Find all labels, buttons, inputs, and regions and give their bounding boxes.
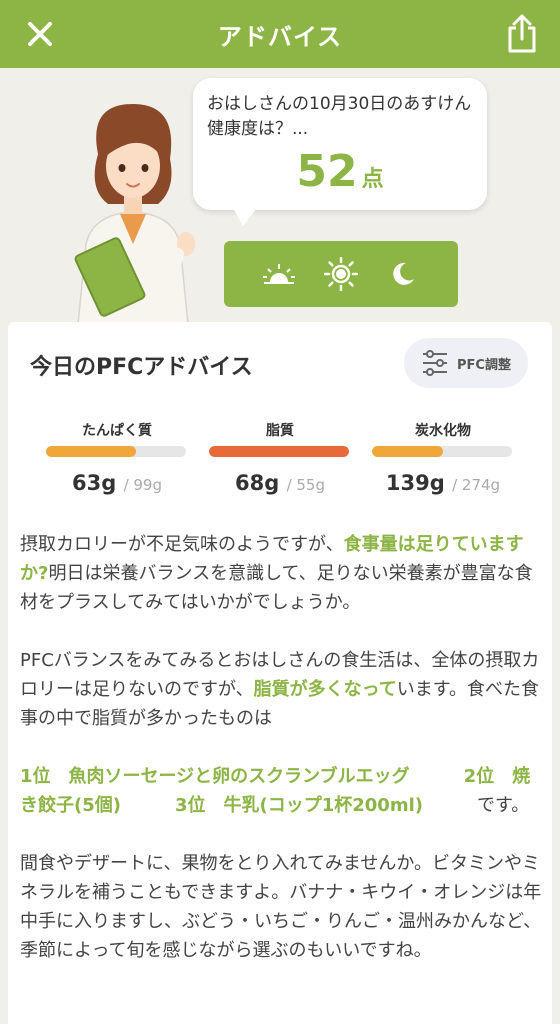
advisor-illustration	[74, 104, 195, 324]
ranking-item-1: 1位 魚肉ソーセージと卵のスクランブルエッグ	[20, 766, 410, 787]
nutrient-bar-fill	[209, 446, 349, 457]
nutrient-target: / 55g	[286, 476, 325, 494]
sunrise-icon	[263, 264, 295, 284]
text-segment: 摂取カロリーが不足気味のようですが、	[20, 534, 344, 555]
speech-bubble: おはしさんの10月30日のあすけん健康度は？... 52 点	[193, 78, 487, 226]
pfc-advice-card: 今日のPFCアドバイス PFC調整 たんぱく質 63g / 99g 脂質 68g…	[8, 322, 552, 1024]
ranking-item-3: 3位 牛乳(コップ1杯200ml)	[174, 795, 423, 816]
nutrient-carbohydrate: 炭水化物 139g / 274g	[372, 420, 514, 495]
nutrient-value: 68g	[234, 471, 280, 495]
time-of-day-selector	[224, 241, 458, 307]
nutrient-label: たんぱく質	[82, 423, 152, 439]
nutrient-summary: たんぱく質 63g / 99g 脂質 68g / 55g 炭水化物 139g /…	[8, 420, 552, 500]
close-icon	[28, 22, 52, 46]
sliders-icon	[423, 350, 448, 376]
close-button[interactable]	[22, 16, 58, 52]
nutrient-protein: たんぱく質 63g / 99g	[46, 420, 188, 495]
score-value: 52	[296, 146, 358, 197]
bubble-tail	[233, 208, 257, 226]
nutrient-value: 63g	[71, 471, 117, 495]
nutrient-target: / 274g	[452, 476, 501, 494]
health-question: おはしさんの10月30日のあすけん健康度は？...	[207, 94, 472, 139]
fat-ranking: 1位 魚肉ソーセージと卵のスクランブルエッグ 2位 焼き餃子(5個) 3位 牛乳…	[20, 762, 542, 820]
header-bar: アドバイス	[0, 0, 560, 68]
nutrient-target: / 99g	[123, 476, 162, 494]
advice-paragraph: PFCバランスをみてみるとおはしさんの食生活は、全体の摂取カロリーは足りないので…	[20, 646, 542, 733]
share-icon	[508, 14, 536, 53]
card-title: 今日のPFCアドバイス	[30, 355, 253, 380]
pfc-adjust-label: PFC調整	[457, 357, 511, 373]
nutrient-value: 139g	[385, 471, 445, 495]
advice-paragraph: 間食やデザートに、果物をとり入れてみませんか。ビタミンやミネラルを補うこともでき…	[20, 853, 542, 961]
sunrise-button[interactable]	[261, 256, 297, 292]
moon-icon	[393, 262, 414, 285]
sun-icon	[324, 257, 358, 291]
advice-text: 摂取カロリーが不足気味のようですが、食事量は足りていますか?明日は栄養バランスを…	[20, 530, 542, 994]
health-score: 52 点	[207, 146, 473, 197]
score-unit: 点	[361, 167, 384, 192]
highlight-text: 脂質が多くなって	[253, 679, 397, 700]
night-button[interactable]	[385, 256, 421, 292]
pfc-adjust-button[interactable]: PFC調整	[404, 338, 528, 388]
nutrient-bar-fill	[46, 446, 136, 457]
nutrient-bar	[46, 446, 186, 457]
nutrient-fat: 脂質 68g / 55g	[209, 420, 351, 495]
nutrient-bar	[209, 446, 349, 457]
daytime-button[interactable]	[323, 256, 359, 292]
advice-paragraph: 摂取カロリーが不足気味のようですが、食事量は足りていますか?明日は栄養バランスを…	[20, 530, 542, 617]
nutrient-label: 炭水化物	[415, 423, 471, 439]
nutrient-label: 脂質	[266, 423, 294, 439]
nutrient-bar	[372, 446, 512, 457]
nutrient-bar-fill	[372, 446, 444, 457]
hero-section: おはしさんの10月30日のあすけん健康度は？... 52 点	[0, 68, 560, 328]
text-segment: です。	[477, 795, 530, 816]
share-button[interactable]	[504, 14, 540, 54]
page-title: アドバイス	[217, 22, 343, 51]
text-segment: 明日は栄養バランスを意識して、足りない栄養素が豊富な食材をプラスしてみてはいかが…	[20, 563, 533, 613]
